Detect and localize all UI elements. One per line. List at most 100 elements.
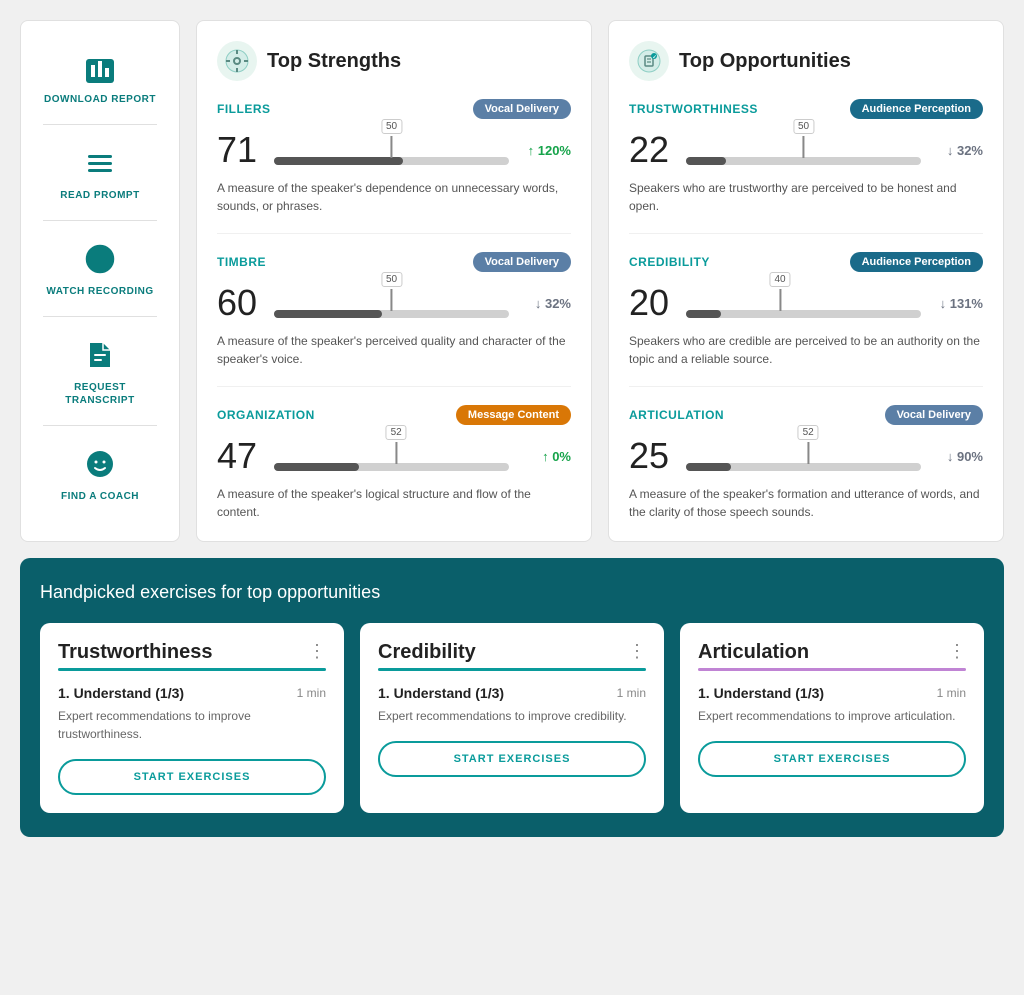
exercise-articulation-accent	[698, 668, 966, 671]
credibility-marker-label: 40	[769, 272, 790, 287]
sidebar-item-read-prompt[interactable]: READ PROMPT	[29, 133, 171, 212]
sidebar-label-watch: WATCH RECORDING	[46, 285, 153, 298]
exercise-card-articulation-header: Articulation ⋮	[698, 641, 966, 664]
svg-text:✓: ✓	[653, 55, 657, 61]
organization-marker-label: 52	[386, 425, 407, 440]
sidebar-item-download-report[interactable]: DOWNLOAD REPORT	[29, 37, 171, 116]
face-icon	[80, 444, 120, 484]
trustworthiness-marker: 50	[793, 119, 814, 158]
metric-fillers-badge: Vocal Delivery	[473, 99, 571, 119]
sidebar-divider-2	[43, 220, 157, 221]
metric-credibility-desc: Speakers who are credible are perceived …	[629, 332, 983, 368]
document-icon	[80, 335, 120, 375]
metric-trustworthiness-badge: Audience Perception	[850, 99, 983, 119]
metric-fillers-desc: A measure of the speaker's dependence on…	[217, 179, 571, 215]
timbre-bar-track	[274, 310, 509, 318]
exercise-trustworthiness-title: Trustworthiness	[58, 641, 212, 664]
metric-articulation-change: ↓ 90%	[933, 449, 983, 464]
exercise-articulation-step: 1. Understand (1/3)	[698, 685, 824, 701]
opportunities-title: ✓ Top Opportunities	[629, 41, 983, 81]
sidebar-divider-1	[43, 124, 157, 125]
strengths-title: Top Strengths	[217, 41, 571, 81]
metric-timbre-score: 60	[217, 282, 262, 324]
exercise-trustworthiness-accent	[58, 668, 326, 671]
metric-credibility-badge: Audience Perception	[850, 252, 983, 272]
metric-timbre-badge: Vocal Delivery	[473, 252, 571, 272]
exercise-articulation-menu[interactable]: ⋮	[948, 641, 966, 662]
metric-timbre-change: ↓ 32%	[521, 296, 571, 311]
exercise-card-trustworthiness: Trustworthiness ⋮ 1. Understand (1/3) 1 …	[40, 623, 344, 813]
articulation-marker-line	[807, 442, 809, 464]
exercise-trustworthiness-start-btn[interactable]: START EXERCISES	[58, 759, 326, 795]
exercise-credibility-title: Credibility	[378, 641, 476, 664]
sidebar: DOWNLOAD REPORT READ PROMPT	[20, 20, 180, 542]
exercises-grid: Trustworthiness ⋮ 1. Understand (1/3) 1 …	[40, 623, 984, 813]
exercise-credibility-time: 1 min	[617, 686, 646, 700]
trustworthiness-marker-line	[803, 136, 805, 158]
metric-trustworthiness-desc: Speakers who are trustworthy are perceiv…	[629, 179, 983, 215]
exercise-card-credibility: Credibility ⋮ 1. Understand (1/3) 1 min …	[360, 623, 664, 813]
exercises-section-title: Handpicked exercises for top opportuniti…	[40, 582, 984, 603]
articulation-marker: 52	[798, 425, 819, 464]
metric-organization-bar-wrapper: 52	[274, 441, 509, 471]
metric-fillers-header: FILLERS Vocal Delivery	[217, 99, 571, 119]
main-container: DOWNLOAD REPORT READ PROMPT	[20, 20, 1004, 837]
sidebar-item-watch-recording[interactable]: WATCH RECORDING	[29, 229, 171, 308]
top-strengths-card: Top Strengths FILLERS Vocal Delivery 71 …	[196, 20, 592, 542]
metric-credibility-bar-row: 20 40 ↓ 131%	[629, 282, 983, 324]
metric-articulation-bar-wrapper: 52	[686, 441, 921, 471]
metric-fillers-name: FILLERS	[217, 102, 271, 116]
exercises-section: Handpicked exercises for top opportuniti…	[20, 558, 1004, 837]
credibility-marker-line	[779, 289, 781, 311]
metric-timbre: TIMBRE Vocal Delivery 60 50 ↓ 32%	[217, 252, 571, 387]
metric-organization-name: ORGANIZATION	[217, 408, 315, 422]
sidebar-item-find-coach[interactable]: FIND A COACH	[29, 434, 171, 513]
play-circle-icon	[80, 239, 120, 279]
metric-articulation-badge: Vocal Delivery	[885, 405, 983, 425]
opportunities-icon: ✓	[629, 41, 669, 81]
metric-trustworthiness-header: TRUSTWORTHINESS Audience Perception	[629, 99, 983, 119]
exercise-articulation-desc: Expert recommendations to improve articu…	[698, 707, 966, 725]
metric-fillers-score: 71	[217, 129, 262, 171]
metric-trustworthiness-name: TRUSTWORTHINESS	[629, 102, 758, 116]
metric-timbre-desc: A measure of the speaker's perceived qua…	[217, 332, 571, 368]
metric-credibility-header: CREDIBILITY Audience Perception	[629, 252, 983, 272]
metric-articulation: ARTICULATION Vocal Delivery 25 52	[629, 405, 983, 521]
metric-fillers-bar-row: 71 50 ↑ 120%	[217, 129, 571, 171]
fillers-bar-fill	[274, 157, 403, 165]
metric-fillers-bar-wrapper: 50	[274, 135, 509, 165]
fillers-marker-label: 50	[381, 119, 402, 134]
metric-organization-header: ORGANIZATION Message Content	[217, 405, 571, 425]
metric-organization-score: 47	[217, 435, 262, 477]
metric-organization: ORGANIZATION Message Content 47 52	[217, 405, 571, 521]
exercise-articulation-step-row: 1. Understand (1/3) 1 min	[698, 685, 966, 701]
metric-credibility: CREDIBILITY Audience Perception 20 40	[629, 252, 983, 387]
exercise-articulation-title: Articulation	[698, 641, 809, 664]
metric-timbre-name: TIMBRE	[217, 255, 266, 269]
exercise-credibility-start-btn[interactable]: START EXERCISES	[378, 741, 646, 777]
sidebar-label-download: DOWNLOAD REPORT	[44, 93, 156, 106]
metric-articulation-name: ARTICULATION	[629, 408, 724, 422]
sidebar-item-request-transcript[interactable]: REQUEST TRANSCRIPT	[29, 325, 171, 417]
fillers-marker-line	[391, 136, 393, 158]
sidebar-label-read: READ PROMPT	[60, 189, 139, 202]
fillers-marker: 50	[381, 119, 402, 158]
strengths-title-text: Top Strengths	[267, 50, 401, 73]
metric-credibility-change: ↓ 131%	[933, 296, 983, 311]
articulation-bar-fill	[686, 463, 731, 471]
metric-timbre-header: TIMBRE Vocal Delivery	[217, 252, 571, 272]
credibility-bar-track	[686, 310, 921, 318]
metric-organization-desc: A measure of the speaker's logical struc…	[217, 485, 571, 521]
sidebar-label-coach: FIND A COACH	[61, 490, 139, 503]
timbre-marker-label: 50	[381, 272, 402, 287]
metric-articulation-score: 25	[629, 435, 674, 477]
metric-timbre-bar-row: 60 50 ↓ 32%	[217, 282, 571, 324]
exercise-credibility-menu[interactable]: ⋮	[628, 641, 646, 662]
metric-trustworthiness-score: 22	[629, 129, 674, 171]
exercise-trustworthiness-menu[interactable]: ⋮	[308, 641, 326, 662]
sidebar-divider-4	[43, 425, 157, 426]
sidebar-label-transcript: REQUEST TRANSCRIPT	[41, 381, 159, 407]
exercise-articulation-start-btn[interactable]: START EXERCISES	[698, 741, 966, 777]
metric-credibility-score: 20	[629, 282, 674, 324]
metric-articulation-desc: A measure of the speaker's formation and…	[629, 485, 983, 521]
